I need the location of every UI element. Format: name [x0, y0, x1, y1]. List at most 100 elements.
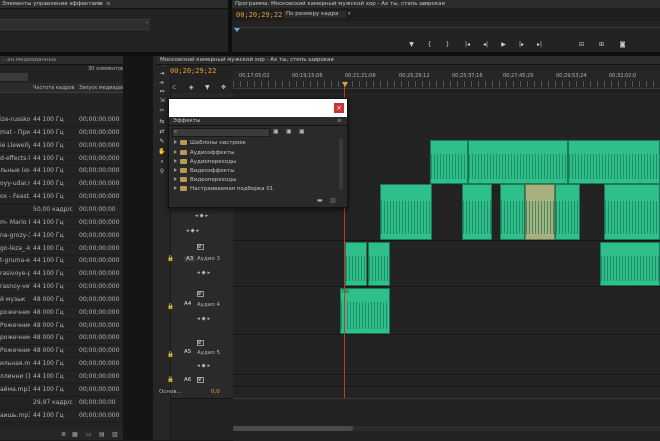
add-marker-icon[interactable]: ▼ [205, 84, 210, 91]
column-media-start[interactable]: Запуск медиадан [79, 85, 123, 91]
effects-tab[interactable]: Эффекты [173, 118, 201, 124]
mark-in-icon[interactable]: { [425, 41, 434, 48]
audio-clip[interactable] [600, 242, 660, 286]
table-row[interactable]: ize-russkoe44 100 Гц 00;00;00;000 [0, 114, 123, 127]
audio-clip[interactable] [462, 184, 492, 240]
hand-tool-icon[interactable]: ✋ [158, 148, 166, 155]
audio-clip[interactable] [430, 140, 468, 184]
project-tab[interactable]: ...ен.медиаданных [2, 57, 56, 63]
table-row[interactable]: аишь.mp3 44 100 Гц 00;00;00;000 [0, 410, 123, 423]
close-icon[interactable]: × [98, 1, 103, 7]
panel-menu-icon[interactable]: ≡ [422, 1, 427, 7]
table-row[interactable]: na-grozy-3 44 100 Гц 00;00;00;000 [0, 230, 123, 243]
effects-folder[interactable]: Аудиопереходы [174, 159, 236, 168]
program-monitor-tab[interactable]: Программа: Московский камерный мужской х… [235, 1, 445, 7]
effects-folder[interactable]: Настраиваемая подборка 01 [174, 186, 273, 195]
keyframe-controls-icon[interactable]: ◂ ◆ ▸ [197, 363, 210, 369]
table-row[interactable]: ie Llewelly 44 100 Гц 00;00;00;000 [0, 140, 123, 153]
effects-scrollbar[interactable] [339, 139, 343, 189]
rate-stretch-tool-icon[interactable]: ⇲ [158, 97, 166, 104]
audio-clip[interactable] [568, 140, 660, 184]
audio-clip[interactable] [468, 140, 568, 184]
effects-folder[interactable]: Аудиоэффекты [174, 150, 234, 159]
track-select-tool-icon[interactable]: ⇥ [158, 70, 166, 77]
chevron-right-icon[interactable]: › [146, 20, 150, 27]
audio-clip[interactable] [380, 184, 432, 240]
panel-divider[interactable] [123, 56, 153, 440]
trash-icon[interactable]: ▥ [330, 197, 336, 204]
new-item-icon[interactable]: ▤ [99, 431, 105, 438]
table-row[interactable]: m- Mario Kal44 100 Гц 00;00;00;000 [0, 217, 123, 230]
mark-out-icon[interactable]: } [443, 41, 452, 48]
time-ruler[interactable]: 00;17;05;02 00;19;15;06 00;21;21;08 00;2… [233, 71, 660, 89]
monitor-scrubber[interactable] [232, 27, 660, 33]
effects-folder[interactable]: Шаблоны настроек [174, 140, 246, 149]
ripple-edit-tool-icon[interactable]: ⟛ [158, 79, 166, 86]
scrollbar-thumb[interactable] [233, 426, 353, 431]
timeline-timecode[interactable]: 00;20;29;22 [170, 67, 216, 75]
table-row[interactable]: ox - Feast. 44 100 Гц 00;00;00;000 [0, 191, 123, 205]
extract-icon[interactable]: ⊞ [597, 41, 606, 48]
program-timecode[interactable]: 00;20;29;22 [236, 11, 282, 19]
lock-icon[interactable]: 🔒 [167, 256, 174, 262]
master-volume[interactable]: 0,0 [211, 389, 220, 395]
lock-icon[interactable]: 🔒 [167, 377, 174, 383]
track-name-master[interactable]: Основ... [159, 389, 182, 395]
panel-menu-icon[interactable]: ≡ [337, 118, 342, 124]
trash-icon[interactable]: ▥ [112, 431, 118, 438]
table-row[interactable]: d-effects-li 44 100 Гц 00;00;00;000 [0, 153, 123, 166]
track-name-a5[interactable]: Аудио 5 [197, 350, 220, 356]
settings-wrench-icon[interactable]: ✥ [221, 84, 226, 91]
yuv-effects-icon[interactable]: ▣ [299, 128, 305, 135]
table-row[interactable]: ильная.mp344 100 Гц 00;00;00;000 [0, 358, 123, 372]
step-forward-icon[interactable]: |▸ [517, 41, 526, 48]
audio-clip[interactable] [345, 242, 367, 286]
work-area-bar[interactable] [233, 89, 660, 93]
keyframe-icon[interactable]: ◂ ◆ ▸ [195, 213, 208, 219]
timeline-scrollbar[interactable] [233, 426, 660, 431]
zoom-out-icon[interactable]: ⚲ [158, 168, 166, 175]
effects-window-titlebar[interactable] [169, 99, 347, 117]
lift-icon[interactable]: ⊟ [577, 41, 586, 48]
marker-icon[interactable]: ▼ [407, 41, 416, 48]
audio-clip[interactable] [368, 242, 390, 286]
new-bin-icon[interactable]: ▬ [317, 197, 323, 204]
track-id-a3[interactable]: A3 [184, 256, 196, 262]
project-search-input[interactable] [0, 73, 28, 81]
close-icon[interactable]: × [334, 103, 344, 113]
table-row[interactable]: Рожечники48 000 Гц 00;00;00;000 [0, 345, 123, 359]
keyframe-controls-icon[interactable]: ◂ ◆ ▸ [197, 316, 210, 322]
table-row[interactable]: 50,00 кадр/с 00;00;00;00 [0, 204, 123, 217]
effects-folder[interactable]: Видеопереходы [174, 177, 237, 186]
go-to-out-icon[interactable]: ▸| [535, 41, 544, 48]
effects-folder[interactable]: Видеоэффекты [174, 168, 235, 177]
audio-clip[interactable]: По [340, 288, 390, 334]
zoom-tool-icon[interactable]: ⌕ [158, 158, 166, 165]
new-bin-icon[interactable]: ▭ [86, 431, 92, 438]
slide-tool-icon[interactable]: ⇄ [158, 128, 166, 135]
audio-clip[interactable] [500, 184, 525, 240]
monitor-playhead-icon[interactable] [234, 28, 240, 32]
rolling-edit-tool-icon[interactable]: ⇔ [158, 88, 166, 95]
table-row[interactable]: рожечники48 000 Гц 00;00;00;000 [0, 307, 123, 320]
table-row[interactable]: й музык 48 000 Гц 00;00;00;000 [0, 294, 123, 307]
track-name-a3[interactable]: Аудио 3 [197, 256, 220, 262]
step-back-icon[interactable]: ◂| [481, 41, 490, 48]
lock-icon[interactable]: 🔒 [167, 304, 174, 310]
keyframe-controls-icon[interactable]: ◂ ◆ ▸ [197, 270, 210, 276]
playhead-icon[interactable] [342, 82, 348, 87]
audio-clip[interactable] [525, 184, 555, 240]
table-row[interactable]: go-leza_-k 44 100 Гц 00;00;00;000 [0, 243, 123, 256]
table-row[interactable]: рожечники48 000 Гц 00;00;00;000 [0, 332, 123, 346]
slip-tool-icon[interactable]: ⇆ [158, 118, 166, 125]
effect-controls-tab[interactable]: Элементы управления эффектами [2, 1, 103, 7]
table-row[interactable]: 29,97 кадр/с 00;00;00;00 [0, 397, 123, 410]
export-frame-icon[interactable]: ◙ [618, 41, 627, 48]
track-id-a4[interactable]: A4 [184, 301, 191, 307]
table-row[interactable]: ллинни (1).m44 100 Гц 00;00;00;000 [0, 371, 123, 384]
chevron-down-icon[interactable]: ▾ [348, 11, 351, 17]
play-icon[interactable]: ▶ [499, 41, 508, 48]
go-to-in-icon[interactable]: |◂ [463, 41, 472, 48]
track-name-a4[interactable]: Аудио 4 [197, 302, 220, 308]
track-id-a6[interactable]: A6 [184, 377, 191, 383]
